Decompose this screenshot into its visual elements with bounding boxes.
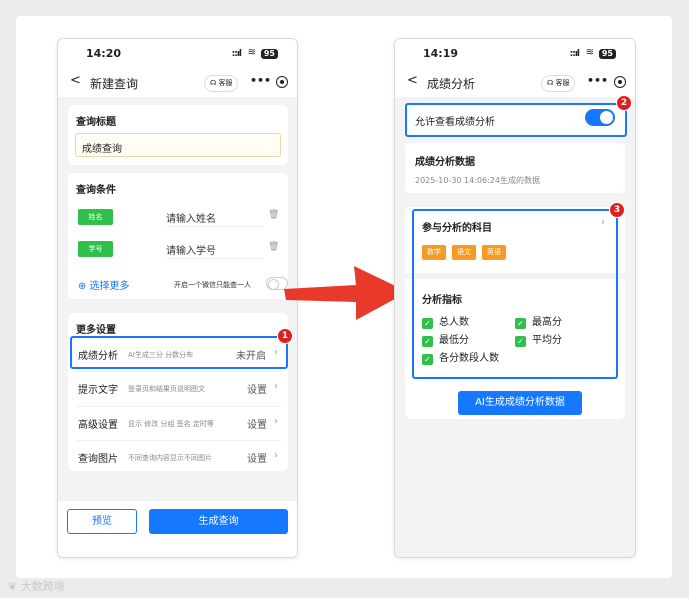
left-phone-screen: 14:20 ::ıl ≋ 95 < 新建查询 ☊ 客服 ••• 查询标题 成绩查… bbox=[57, 38, 298, 558]
close-miniprogram-icon[interactable] bbox=[614, 76, 626, 88]
query-conditions-label: 查询条件 bbox=[76, 185, 116, 196]
page-title: 新建查询 bbox=[90, 77, 139, 91]
delete-icon[interactable]: 🗑 bbox=[268, 242, 279, 252]
condition-tag-id[interactable]: 学号 bbox=[78, 241, 113, 257]
step-badge-1: 1 bbox=[277, 328, 293, 344]
setting-row-value: 设置 bbox=[247, 420, 267, 431]
customer-service-button[interactable]: ☊ 客服 bbox=[541, 75, 576, 92]
setting-row-desc: 登录页和结果页说明图文 bbox=[128, 385, 205, 393]
customer-service-label: 客服 bbox=[218, 79, 233, 87]
more-settings-label: 更多设置 bbox=[76, 325, 116, 336]
footer-bar: 预览 生成查询 bbox=[58, 501, 297, 557]
headset-icon: ☊ bbox=[547, 79, 554, 87]
highlight-box-3 bbox=[412, 209, 618, 379]
wifi-icon: ≋ bbox=[585, 47, 594, 58]
setting-row-desc: 不同查询内容显示不同图片 bbox=[128, 454, 212, 462]
setting-row-value: 设置 bbox=[247, 385, 267, 396]
watermark-logo-icon: ❦ bbox=[8, 580, 18, 593]
more-menu-icon[interactable]: ••• bbox=[587, 74, 608, 87]
setting-row-label: 高级设置 bbox=[78, 420, 118, 431]
generate-query-button[interactable]: 生成查询 bbox=[149, 509, 288, 534]
chevron-right-icon: › bbox=[274, 416, 278, 427]
watermark: ❦ 大数跨境 bbox=[8, 578, 65, 594]
highlight-box-1 bbox=[70, 336, 288, 369]
divider bbox=[76, 406, 282, 407]
select-more-link[interactable]: ⊕ 选择更多 bbox=[78, 277, 130, 292]
signal-icon: ::ıl bbox=[231, 49, 242, 59]
back-icon[interactable]: < bbox=[70, 73, 81, 88]
preview-button[interactable]: 预览 bbox=[67, 509, 137, 534]
page-title: 成绩分析 bbox=[427, 77, 476, 91]
battery-icon: 95 bbox=[260, 49, 278, 59]
back-icon[interactable]: < bbox=[407, 73, 418, 88]
chevron-right-icon: › bbox=[274, 381, 278, 392]
watermark-text: 大数跨境 bbox=[20, 580, 65, 593]
student-id-input[interactable]: 请输入学号 bbox=[166, 239, 264, 259]
query-title-label: 查询标题 bbox=[76, 117, 116, 128]
status-time: 14:20 bbox=[86, 47, 122, 60]
signal-icon: ::ıl bbox=[569, 49, 580, 59]
step-badge-2: 2 bbox=[616, 95, 632, 111]
headset-icon: ☊ bbox=[210, 79, 217, 87]
query-conditions-section: 查询条件 姓名 请输入姓名 🗑 学号 请输入学号 🗑 ⊕ 选择更多 开启一个微信… bbox=[68, 173, 288, 299]
delete-icon[interactable]: 🗑 bbox=[268, 210, 279, 220]
chevron-right-icon: › bbox=[274, 450, 278, 461]
nav-bar: < 新建查询 ☊ 客服 ••• bbox=[58, 69, 297, 97]
step-badge-3: 3 bbox=[609, 202, 625, 218]
highlight-box-2 bbox=[405, 103, 627, 137]
status-time: 14:19 bbox=[423, 47, 459, 60]
red-arrow-icon bbox=[284, 266, 408, 320]
close-miniprogram-icon[interactable] bbox=[276, 76, 288, 88]
status-bar: 14:19 ::ıl ≋ 95 bbox=[395, 39, 635, 69]
query-title-section: 查询标题 成绩查询 bbox=[68, 105, 288, 165]
right-phone-screen: 14:19 ::ıl ≋ 95 < 成绩分析 ☊ 客服 ••• 允许查看成绩分析… bbox=[394, 38, 636, 558]
ai-generate-analysis-button[interactable]: AI生成成绩分析数据 bbox=[458, 391, 582, 415]
query-title-input[interactable]: 成绩查询 bbox=[75, 133, 281, 157]
condition-tag-name[interactable]: 姓名 bbox=[78, 209, 113, 225]
analysis-data-section: 成绩分析数据 2025-10-30 14:06:24生成的数据 bbox=[405, 143, 625, 193]
analysis-data-timestamp: 2025-10-30 14:06:24生成的数据 bbox=[415, 176, 540, 185]
analysis-data-title: 成绩分析数据 bbox=[415, 157, 475, 168]
name-input[interactable]: 请输入姓名 bbox=[166, 207, 264, 227]
setting-row-desc: 显示 修改 分组 签名 定时等 bbox=[128, 420, 214, 428]
setting-row-value: 设置 bbox=[247, 454, 267, 465]
customer-service-label: 客服 bbox=[555, 79, 570, 87]
more-menu-icon[interactable]: ••• bbox=[250, 74, 271, 87]
setting-row-label: 查询图片 bbox=[78, 454, 118, 465]
divider bbox=[76, 440, 282, 441]
setting-row-label: 提示文字 bbox=[78, 385, 118, 396]
divider bbox=[76, 371, 282, 372]
customer-service-button[interactable]: ☊ 客服 bbox=[204, 75, 239, 92]
wifi-icon: ≋ bbox=[247, 47, 256, 58]
battery-icon: 95 bbox=[598, 49, 616, 59]
nav-bar: < 成绩分析 ☊ 客服 ••• bbox=[395, 69, 635, 97]
one-wechat-limit-label: 开启一个微信只能查一人 bbox=[174, 281, 251, 289]
status-bar: 14:20 ::ıl ≋ 95 bbox=[58, 39, 297, 69]
